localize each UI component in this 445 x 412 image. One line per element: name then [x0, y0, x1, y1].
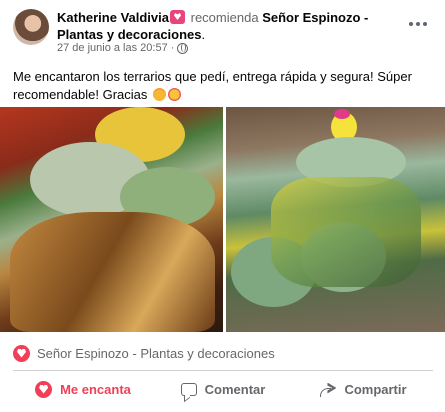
terrarium-photo-2[interactable]: [226, 107, 445, 332]
more-dot-icon: [409, 22, 413, 26]
post-actions: Me encanta Comentar Compartir: [13, 374, 433, 404]
wood-trunk-shape: [10, 212, 215, 332]
post-meta: 27 de junio a las 20:57 ·: [57, 42, 189, 54]
share-button[interactable]: Compartir: [293, 374, 433, 404]
bird-crest-shape: [334, 109, 350, 119]
title-suffix: .: [201, 27, 206, 42]
share-label: Compartir: [344, 381, 407, 397]
post-body: Me encantaron los terrarios que pedí, en…: [13, 68, 433, 104]
comment-button[interactable]: Comentar: [153, 374, 293, 404]
more-dot-icon: [423, 22, 427, 26]
avatar[interactable]: [13, 9, 49, 45]
comment-icon: [180, 382, 197, 396]
comment-label: Comentar: [204, 381, 266, 397]
post-header: Katherine Valdivia recomienda Señor Espi…: [0, 0, 445, 60]
post-body-text: Me encantaron los terrarios que pedí, en…: [13, 69, 412, 102]
painted-pot-shape: [271, 177, 421, 287]
recommended-page-name[interactable]: Señor Espinozo - Plantas y decoraciones: [37, 346, 275, 361]
meta-separator: ·: [170, 42, 175, 54]
share-icon: [319, 382, 336, 397]
author-name[interactable]: Katherine Valdivia: [57, 10, 169, 25]
heart-icon: [35, 380, 53, 398]
divider: [13, 370, 433, 371]
post-title-line: Katherine Valdivia recomienda Señor Espi…: [57, 9, 402, 43]
more-dot-icon: [416, 22, 420, 26]
love-button[interactable]: Me encanta: [13, 374, 153, 404]
smiling-face-emoji-icon: [153, 88, 167, 101]
more-options-button[interactable]: [406, 14, 430, 34]
recommend-badge-icon: [170, 10, 185, 24]
recommended-page-tag[interactable]: Señor Espinozo - Plantas y decoraciones: [13, 342, 275, 364]
post-timestamp[interactable]: 27 de junio a las 20:57: [57, 42, 168, 54]
photo-grid: [0, 107, 445, 332]
smiling-face-with-hearts-emoji-icon: [168, 88, 182, 101]
globe-icon: [177, 42, 189, 54]
heart-recommend-icon: [13, 344, 30, 362]
terrarium-photo-1[interactable]: [0, 107, 223, 332]
love-label: Me encanta: [60, 381, 131, 397]
recommend-verb: recomienda: [190, 10, 259, 25]
